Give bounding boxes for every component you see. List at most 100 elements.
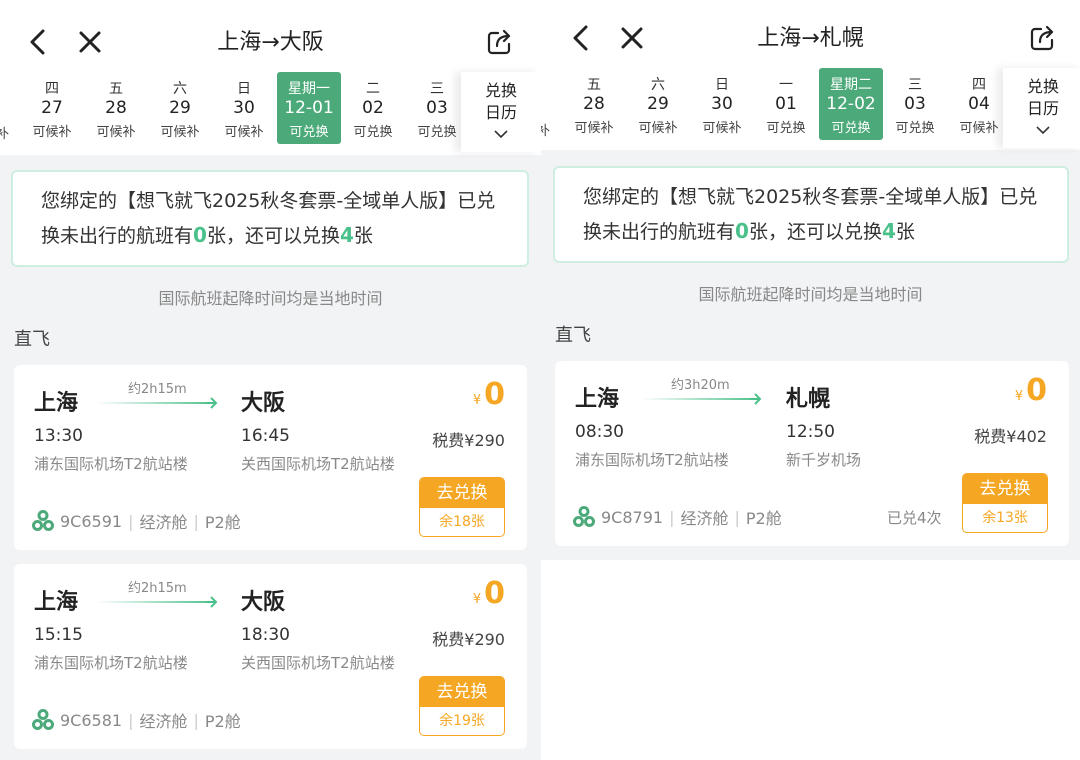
remaining-seats: 余19张	[439, 713, 485, 729]
bound-package-notice: 您绑定的【想飞就飞2025秋冬套票-全域单人版】已兑换未出行的航班有0张，还可以…	[553, 166, 1069, 263]
separator: |	[193, 511, 199, 531]
date-cell[interactable]: 三 03 可兑换	[405, 72, 469, 144]
timezone-note: 国际航班起降时间均是当地时间	[698, 285, 923, 304]
flight-duration: 约2h15m	[128, 581, 187, 596]
currency: ¥	[472, 393, 482, 408]
date-cell[interactable]: 二 02 可兑换	[341, 72, 405, 144]
redeem-label: 去兑换	[963, 474, 1047, 504]
weekday: 星期二	[830, 77, 872, 93]
flight-number: 9C8791	[601, 507, 664, 527]
flight-card[interactable]: 上海 约2h15m 大阪 ¥0 15:15 18:30 税费¥290 浦东国际机…	[14, 564, 527, 749]
redeemed-count: 0	[735, 219, 749, 243]
date-cell[interactable]: 六 29 可候补	[148, 72, 212, 144]
plane-arrow-icon	[206, 397, 218, 409]
separator: |	[128, 511, 134, 531]
redeem-button[interactable]: 去兑换 余13张	[962, 473, 1048, 533]
date-cell[interactable]: 五 28 可候补	[84, 72, 148, 144]
share-button[interactable]	[1025, 18, 1061, 58]
redeemed-times: 已兑4次	[887, 509, 942, 527]
flight-info: 9C6591 | 经济舱 | P2舱	[32, 509, 241, 533]
departure-time: 13:30	[34, 426, 83, 446]
date-cell[interactable]: 三 03 可兑换	[883, 68, 947, 140]
redeem-label: 去兑换	[420, 677, 504, 707]
remaining-count: 4	[881, 219, 896, 243]
redeem-button[interactable]: 去兑换 余19张	[419, 676, 505, 736]
close-button[interactable]	[614, 18, 650, 58]
flight-card[interactable]: 上海 约3h20m 札幌 ¥0 08:30 12:50 税费¥402 浦东国际机…	[555, 361, 1069, 546]
route-arrow: →	[261, 30, 280, 55]
date-cell[interactable]: 五 28 可候补	[562, 68, 626, 140]
left-screen: 上海→大阪 补 四 27 可候补 五 28 可候补 六 29 可候补 日 30 可候补 星期一 1…	[0, 0, 541, 760]
date-status: 可候补	[574, 121, 614, 136]
timezone-note: 国际航班起降时间均是当地时间	[158, 289, 383, 308]
date-cell[interactable]: 四 27 可候补	[20, 72, 84, 144]
weekday: 三	[908, 77, 922, 93]
destination-city: 札幌	[819, 26, 864, 51]
share-icon	[487, 29, 511, 55]
bound-package-notice: 您绑定的【想飞就飞2025秋冬套票-全域单人版】已兑换未出行的航班有0张，还可以…	[11, 170, 529, 267]
notice-text: 张，还可以兑换	[748, 221, 882, 243]
price-amount: 0	[484, 377, 505, 412]
redeem-button[interactable]: 去兑换 余18张	[419, 477, 505, 537]
departure-city: 上海	[34, 590, 79, 615]
tax-fee: 税费¥290	[432, 630, 505, 649]
flight-number: 9C6591	[60, 511, 123, 531]
calendar-button[interactable]: 兑换 日历	[461, 72, 541, 152]
day-number: 30	[233, 98, 255, 118]
close-button[interactable]	[72, 22, 108, 62]
calendar-button[interactable]: 兑换 日历	[1003, 68, 1080, 148]
currency: ¥	[1014, 389, 1024, 404]
date-status: 可兑换	[766, 121, 806, 136]
date-cell-clipped[interactable]: 补	[0, 123, 9, 142]
chevron-down-icon	[1036, 126, 1050, 135]
destination-city: 大阪	[279, 30, 324, 55]
weekday: 星期一	[288, 81, 330, 97]
weekday: 四	[45, 81, 59, 97]
day-number: 30	[711, 94, 733, 114]
price: ¥0	[1015, 373, 1047, 408]
day-number: 12-01	[284, 98, 334, 118]
header: 上海→大阪 补 四 27 可候补 五 28 可候补 六 29 可候补 日 30 可候补 星期一 1…	[0, 0, 541, 155]
notice-text: 张	[895, 221, 915, 243]
separator: |	[734, 507, 740, 527]
date-cell-selected[interactable]: 星期一 12-01 可兑换	[277, 72, 341, 144]
route-line	[641, 398, 759, 400]
separator: |	[669, 507, 675, 527]
cabin-class: 经济舱	[139, 513, 188, 532]
date-cell[interactable]: 一 01 可兑换	[754, 68, 818, 140]
close-icon	[79, 31, 101, 53]
date-status: 可兑换	[831, 121, 871, 136]
departure-airport: 浦东国际机场T2航站楼	[34, 455, 188, 473]
date-status: 可兑换	[353, 125, 393, 140]
date-cell[interactable]: 日 30 可候补	[690, 68, 754, 140]
separator: |	[193, 710, 199, 730]
date-status: 可候补	[32, 125, 72, 140]
day-number: 28	[105, 98, 127, 118]
date-status: 可候补	[96, 125, 136, 140]
arrival-time: 12:50	[786, 422, 835, 442]
departure-time: 15:15	[34, 625, 83, 645]
date-cell[interactable]: 四 04 可候补	[947, 68, 1011, 140]
tax-fee: 税费¥402	[974, 427, 1047, 446]
back-button[interactable]	[563, 18, 599, 58]
flight-card[interactable]: 上海 约2h15m 大阪 ¥0 13:30 16:45 税费¥290 浦东国际机…	[14, 365, 527, 550]
day-number: 03	[426, 98, 448, 118]
flight-duration: 约2h15m	[128, 382, 187, 397]
date-cell-selected[interactable]: 星期二 12-02 可兑换	[819, 68, 883, 140]
date-cell-clipped[interactable]: 补	[541, 120, 550, 139]
section-label-direct: 直飞	[555, 325, 591, 346]
route-arrow: →	[801, 26, 820, 51]
share-button[interactable]	[482, 22, 518, 62]
day-number: 03	[904, 94, 926, 114]
date-cell[interactable]: 日 30 可候补	[212, 72, 276, 144]
date-status: 可兑换	[417, 125, 457, 140]
airline-logo-icon	[573, 506, 595, 527]
back-button[interactable]	[20, 22, 56, 62]
section-label-direct: 直飞	[14, 329, 50, 350]
date-status: 可候补	[224, 125, 264, 140]
day-number: 27	[41, 98, 63, 118]
arrival-airport: 关西国际机场T2航站楼	[241, 455, 395, 473]
date-cell[interactable]: 六 29 可候补	[626, 68, 690, 140]
empty-area	[541, 560, 1080, 760]
airline-logo-icon	[32, 510, 54, 531]
